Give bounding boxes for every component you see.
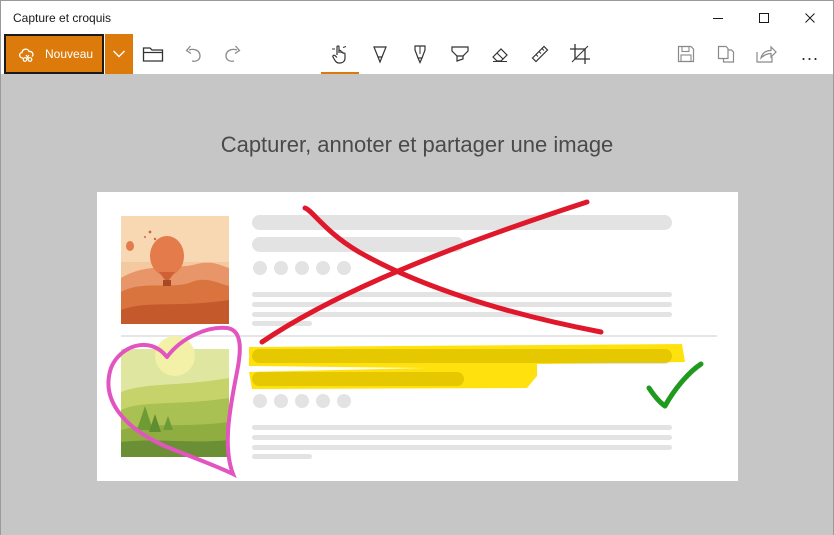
ruler-icon [531,45,549,63]
minimize-button[interactable] [695,1,741,34]
welcome-illustration [97,192,738,481]
eraser-button[interactable] [480,34,520,74]
pencil-button[interactable] [400,34,440,74]
illustration-drawing [106,199,717,479]
touch-writing-icon [332,45,347,64]
balloon-photo [121,216,229,324]
maximize-icon [759,12,769,23]
welcome-headline: Capturer, annoter et partager une image [220,132,614,157]
touch-writing-button[interactable] [320,34,360,74]
close-icon [805,12,815,23]
redo-button[interactable] [213,34,253,74]
new-snip-label: Nouveau [45,47,94,61]
save-button[interactable] [666,34,706,74]
new-snip-button[interactable]: Nouveau [4,34,104,74]
ballpoint-pen-button[interactable] [360,34,400,74]
app-title: Capture et croquis [13,11,112,25]
share-button[interactable] [746,34,786,74]
app-window: Capture et croquis Nouveau ... Capturer,… [0,0,834,535]
crop-button[interactable] [560,34,600,74]
copy-icon [717,45,735,63]
undo-button[interactable] [173,34,213,74]
crop-icon [570,44,590,64]
save-icon [677,45,695,63]
maximize-button[interactable] [741,1,787,34]
close-button[interactable] [787,1,833,34]
copy-button[interactable] [706,34,746,74]
ballpoint-pen-icon [373,46,387,64]
undo-icon [185,45,201,62]
toolbar: Nouveau ... [1,34,833,74]
chevron-down-icon [113,50,125,58]
open-file-button[interactable] [133,34,173,74]
highlighter-icon [451,46,469,62]
more-options-button[interactable]: ... [790,34,830,74]
landscape-photo [121,336,229,457]
share-icon [756,45,777,63]
new-snip-dropdown[interactable] [105,34,133,74]
eraser-icon [492,48,508,62]
minimize-icon [713,17,723,19]
green-check-annotation [646,361,704,409]
highlighter-button[interactable] [440,34,480,74]
pencil-icon [414,45,426,64]
redo-icon [225,45,241,62]
main-canvas: Capturer, annoter et partager une image [1,74,833,535]
ruler-button[interactable] [520,34,560,74]
snip-new-icon [19,48,34,62]
title-bar: Capture et croquis [1,1,833,34]
folder-icon [142,47,164,62]
highlight-annotation [249,344,685,389]
